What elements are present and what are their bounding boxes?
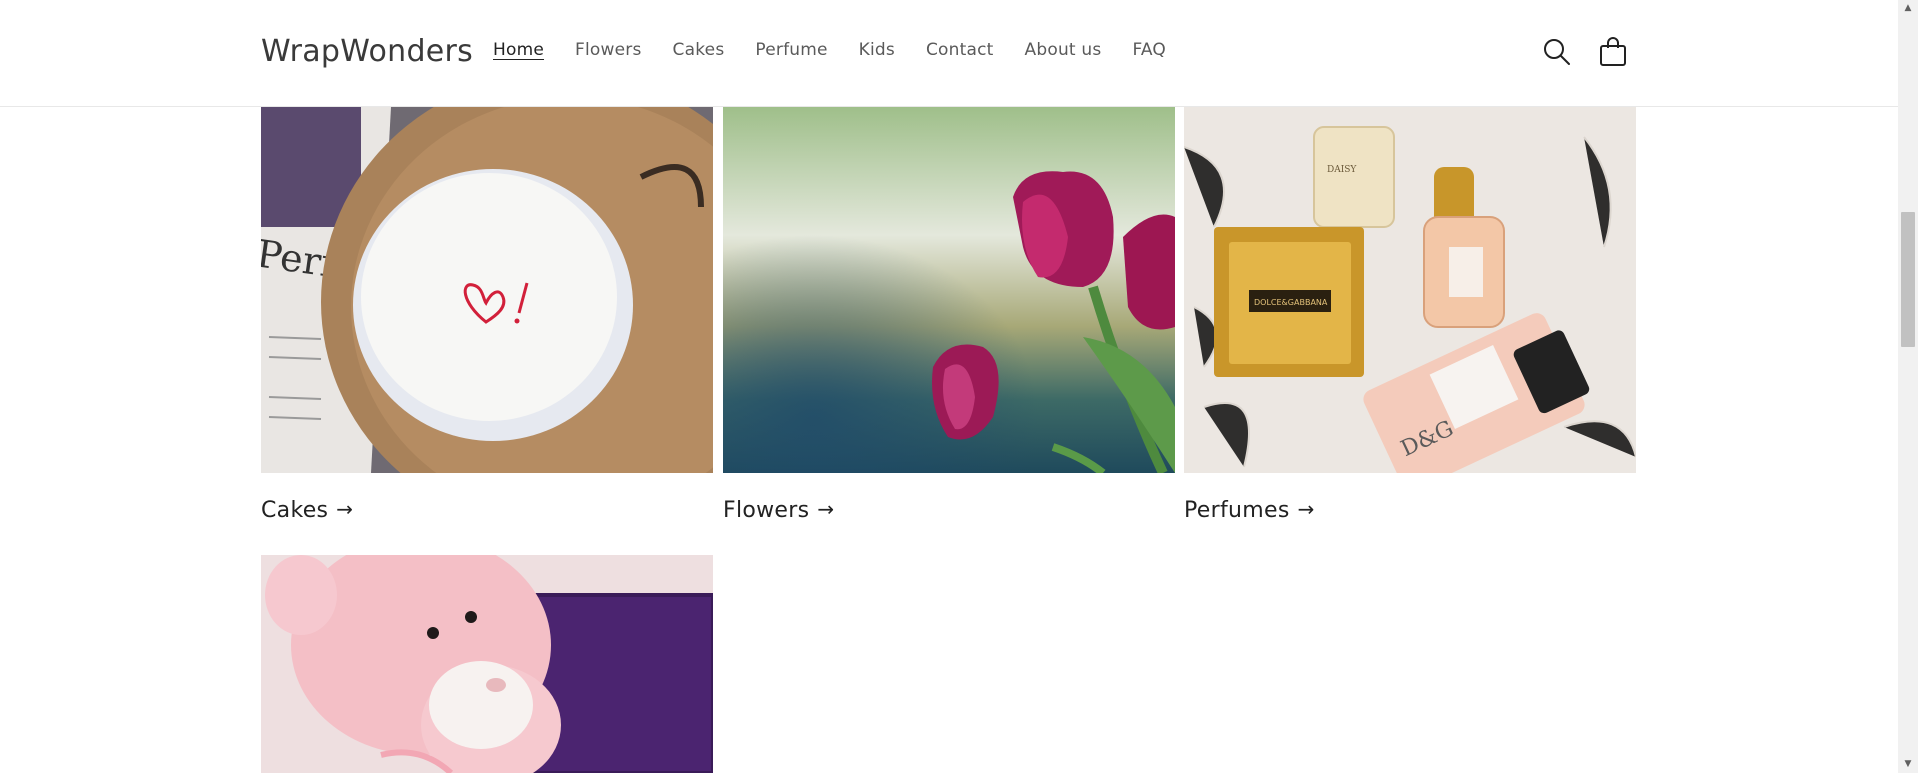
- nav-perfume[interactable]: Perfume: [755, 40, 827, 60]
- kids-image: [261, 555, 713, 773]
- collection-card-cakes[interactable]: Perfec Cakes →: [261, 107, 713, 527]
- nav-faq[interactable]: FAQ: [1132, 40, 1166, 60]
- scrollbar-thumb[interactable]: [1901, 212, 1915, 347]
- page-scrollbar[interactable]: ▲ ▼: [1898, 0, 1918, 773]
- collection-card-flowers[interactable]: Flowers →: [723, 107, 1175, 527]
- perfumes-image: DAISY DOLCE&GABBANA D&G: [1184, 107, 1636, 473]
- scroll-up-icon[interactable]: ▲: [1898, 0, 1918, 17]
- cart-icon: [1600, 37, 1626, 66]
- collection-label-cakes[interactable]: Cakes →: [261, 497, 353, 523]
- search-icon: [1544, 39, 1570, 65]
- collection-label-perfumes[interactable]: Perfumes →: [1184, 497, 1315, 523]
- cakes-image: Perfec: [261, 107, 713, 473]
- main-nav: Home Flowers Cakes Perfume Kids Contact …: [493, 40, 1197, 60]
- nav-kids[interactable]: Kids: [859, 40, 895, 60]
- arrow-right-icon: →: [817, 497, 835, 521]
- scroll-down-icon[interactable]: ▼: [1898, 756, 1918, 773]
- nav-flowers[interactable]: Flowers: [575, 40, 642, 60]
- svg-text:DOLCE&GABBANA: DOLCE&GABBANA: [1254, 298, 1328, 307]
- collection-title: Perfumes: [1184, 498, 1290, 523]
- nav-cakes[interactable]: Cakes: [673, 40, 725, 60]
- site-logo[interactable]: WrapWonders: [261, 34, 473, 69]
- nav-contact[interactable]: Contact: [926, 40, 994, 60]
- nav-home[interactable]: Home: [493, 40, 544, 60]
- svg-text:DAISY: DAISY: [1327, 165, 1357, 175]
- flowers-image: [723, 107, 1175, 473]
- site-header: WrapWonders Home Flowers Cakes Perfume K…: [0, 0, 1898, 107]
- collection-label-flowers[interactable]: Flowers →: [723, 497, 834, 523]
- collection-title: Cakes: [261, 498, 329, 523]
- collection-card-perfumes[interactable]: DAISY DOLCE&GABBANA D&G Perfumes →: [1184, 107, 1636, 527]
- cart-button[interactable]: [1597, 36, 1629, 68]
- collection-title: Flowers: [723, 498, 810, 523]
- arrow-right-icon: →: [336, 497, 354, 521]
- arrow-right-icon: →: [1297, 497, 1315, 521]
- nav-about-us[interactable]: About us: [1025, 40, 1102, 60]
- collection-card-kids[interactable]: [261, 555, 713, 773]
- search-button[interactable]: [1541, 36, 1573, 68]
